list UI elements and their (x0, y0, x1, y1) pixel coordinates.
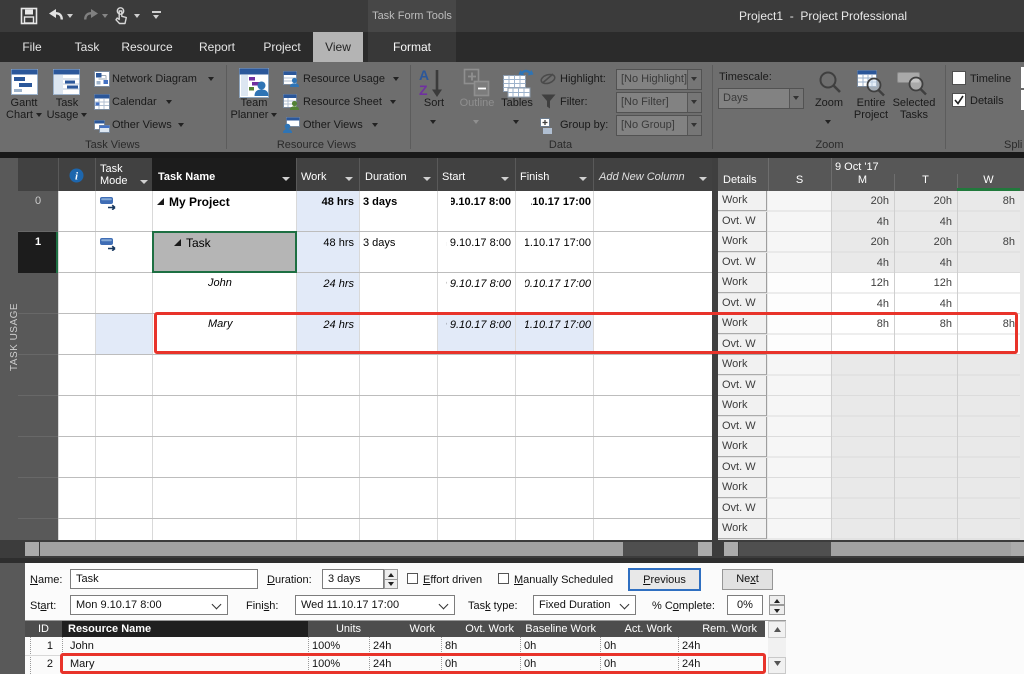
svg-text:A: A (419, 67, 429, 83)
svg-text:Z: Z (419, 82, 428, 98)
svg-text:TASK USAGE: TASK USAGE (9, 303, 18, 371)
